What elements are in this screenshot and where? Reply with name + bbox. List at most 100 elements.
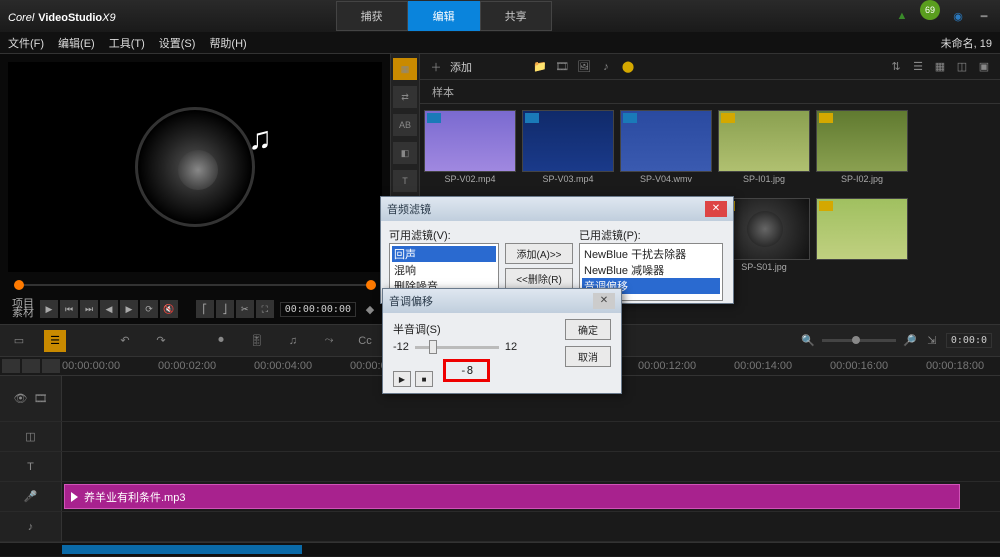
tc-step-icon[interactable]: ◆ <box>362 301 378 317</box>
mark-in-button[interactable]: ⎡ <box>196 300 214 318</box>
preview-scrubber[interactable] <box>14 276 376 294</box>
view-grid-icon[interactable]: ▦ <box>932 59 948 75</box>
mute-button[interactable]: 🔇 <box>160 300 178 318</box>
menu-edit[interactable]: 编辑(E) <box>58 35 95 51</box>
remove-filter-button[interactable]: <<删除(R) <box>505 268 573 289</box>
play-button[interactable]: ▶ <box>40 300 58 318</box>
mark-out-button[interactable]: ⎦ <box>216 300 234 318</box>
mode-material[interactable]: 素材 <box>12 309 34 318</box>
cancel-button[interactable]: 取消 <box>565 346 611 367</box>
preview-play-button[interactable]: ▶ <box>393 371 411 387</box>
preview-screen[interactable]: ♫ <box>8 62 382 272</box>
next-frame-button[interactable]: ⏭ <box>80 300 98 318</box>
tab-edit[interactable]: 编辑 <box>408 1 480 31</box>
title-lane[interactable] <box>62 452 1000 481</box>
thumbnail[interactable]: SP-I01.jpg <box>718 110 810 192</box>
next-button[interactable]: ▶ <box>120 300 138 318</box>
timeline-view-button[interactable]: ☰ <box>44 330 66 352</box>
cat-transition[interactable]: ⇄ <box>393 86 417 108</box>
menu-tool[interactable]: 工具(T) <box>109 35 145 51</box>
menu-help[interactable]: 帮助(H) <box>209 35 246 51</box>
pitch-shift-dialog: 音调偏移 ✕ 半音调(S) -12 12 -8 确定 取消 ▶ ■ <box>382 288 622 394</box>
ruler-btn-3[interactable] <box>42 359 60 373</box>
tab-capture[interactable]: 捕获 <box>336 1 408 31</box>
zoom-out-icon[interactable]: 🔍 <box>800 333 816 349</box>
redo-button[interactable]: ↷ <box>150 330 172 352</box>
thumbnail[interactable]: SP-V03.mp4 <box>522 110 614 192</box>
loop-button[interactable]: ⟳ <box>140 300 158 318</box>
music-icon[interactable]: ♪ <box>598 59 614 75</box>
thumbnail[interactable]: SP-V04.wmv <box>620 110 712 192</box>
subtitle-button[interactable]: Cc <box>354 330 376 352</box>
mic-icon: 🎤 <box>23 489 39 505</box>
timeline-scrollbar[interactable] <box>0 542 1000 556</box>
ruler-btn-1[interactable] <box>2 359 20 373</box>
film-icon: 🎞 <box>33 391 49 407</box>
film-icon[interactable]: 🎞 <box>554 59 570 75</box>
library-folder-label[interactable]: 样本 <box>432 84 454 100</box>
overlay-icon: ◫ <box>23 429 39 445</box>
semitone-slider[interactable] <box>415 346 499 349</box>
tab-share[interactable]: 共享 <box>480 1 552 31</box>
eye-icon[interactable]: 👁 <box>13 391 29 407</box>
thumbnail[interactable]: SP-V02.mp4 <box>424 110 516 192</box>
voice-lane[interactable]: 养羊业有利条件.mp3 <box>62 482 1000 511</box>
storyboard-view-button[interactable]: ▭ <box>8 330 30 352</box>
add-label[interactable]: 添加 <box>450 59 472 75</box>
used-label: 已用滤镜(P): <box>579 227 723 243</box>
timecode[interactable]: 00:00:00:00 <box>280 302 356 317</box>
ruler-btn-2[interactable] <box>22 359 40 373</box>
cut-button[interactable]: ✂ <box>236 300 254 318</box>
auto-music-button[interactable]: ♫ <box>282 330 304 352</box>
prev-frame-button[interactable]: ⏮ <box>60 300 78 318</box>
add-icon[interactable]: ＋ <box>428 59 444 75</box>
globe-icon[interactable]: ◉ <box>950 8 966 24</box>
minimize-icon[interactable]: ━ <box>976 8 992 24</box>
thumbnail[interactable]: SP-I02.jpg <box>816 110 908 192</box>
expand-button[interactable]: ⛶ <box>256 300 274 318</box>
cat-filter[interactable]: T <box>393 170 417 192</box>
undo-button[interactable]: ↶ <box>114 330 136 352</box>
timeline-timecode[interactable]: 0:00:0 <box>946 333 992 348</box>
title-icon: T <box>23 459 39 475</box>
close-icon[interactable]: ✕ <box>705 201 727 217</box>
overlay-lane[interactable] <box>62 422 1000 451</box>
image-icon[interactable]: 🖼 <box>576 59 592 75</box>
mixer-button[interactable]: 🎚 <box>246 330 268 352</box>
folder-icon[interactable]: 📁 <box>532 59 548 75</box>
dialog-titlebar[interactable]: 音频滤镜 ✕ <box>381 197 733 221</box>
preview-stop-button[interactable]: ■ <box>415 371 433 387</box>
app-logo: Corel VideoStudioX9 <box>8 8 116 24</box>
preview-panel: ♫ 项目 素材 ▶ ⏮ ⏭ ◀ ▶ ⟳ 🔇 ⎡ ⎦ <box>0 54 390 324</box>
prev-button[interactable]: ◀ <box>100 300 118 318</box>
slider-max: 12 <box>505 341 517 353</box>
zoom-in-icon[interactable]: 🔎 <box>902 333 918 349</box>
thumbnail[interactable] <box>816 198 908 280</box>
motion-button[interactable]: ⤳ <box>318 330 340 352</box>
notification-badge[interactable]: 69 <box>920 0 940 20</box>
library-toolbar: ＋ 添加 📁 🎞 🖼 ♪ ⬤ ⇅ ☰ ▦ ◫ ▣ <box>420 54 1000 80</box>
audio-clip[interactable]: 养羊业有利条件.mp3 <box>64 484 960 509</box>
menu-settings[interactable]: 设置(S) <box>159 35 196 51</box>
menu-file[interactable]: 文件(F) <box>8 35 44 51</box>
cat-graphic[interactable]: ◧ <box>393 142 417 164</box>
track-overlay: ◫ <box>0 422 1000 452</box>
dialog-titlebar[interactable]: 音调偏移 ✕ <box>383 289 621 313</box>
collapse-icon[interactable]: ▣ <box>976 59 992 75</box>
slider-min: -12 <box>393 341 409 353</box>
close-icon[interactable]: ✕ <box>593 293 615 309</box>
cat-title[interactable]: AB <box>393 114 417 136</box>
track-music: ♪ <box>0 512 1000 542</box>
cat-media[interactable]: ▦ <box>393 58 417 80</box>
view-list-icon[interactable]: ☰ <box>910 59 926 75</box>
music-lane[interactable] <box>62 512 1000 541</box>
add-filter-button[interactable]: 添加(A)>> <box>505 243 573 264</box>
sort-icon[interactable]: ⇅ <box>888 59 904 75</box>
favorite-icon[interactable]: ⬤ <box>620 59 636 75</box>
record-button[interactable]: ⏺ <box>210 330 232 352</box>
ok-button[interactable]: 确定 <box>565 319 611 340</box>
upload-icon[interactable]: ▲ <box>894 8 910 24</box>
fit-icon[interactable]: ⇲ <box>924 333 940 349</box>
hide-icon[interactable]: ◫ <box>954 59 970 75</box>
zoom-slider[interactable] <box>822 339 896 342</box>
